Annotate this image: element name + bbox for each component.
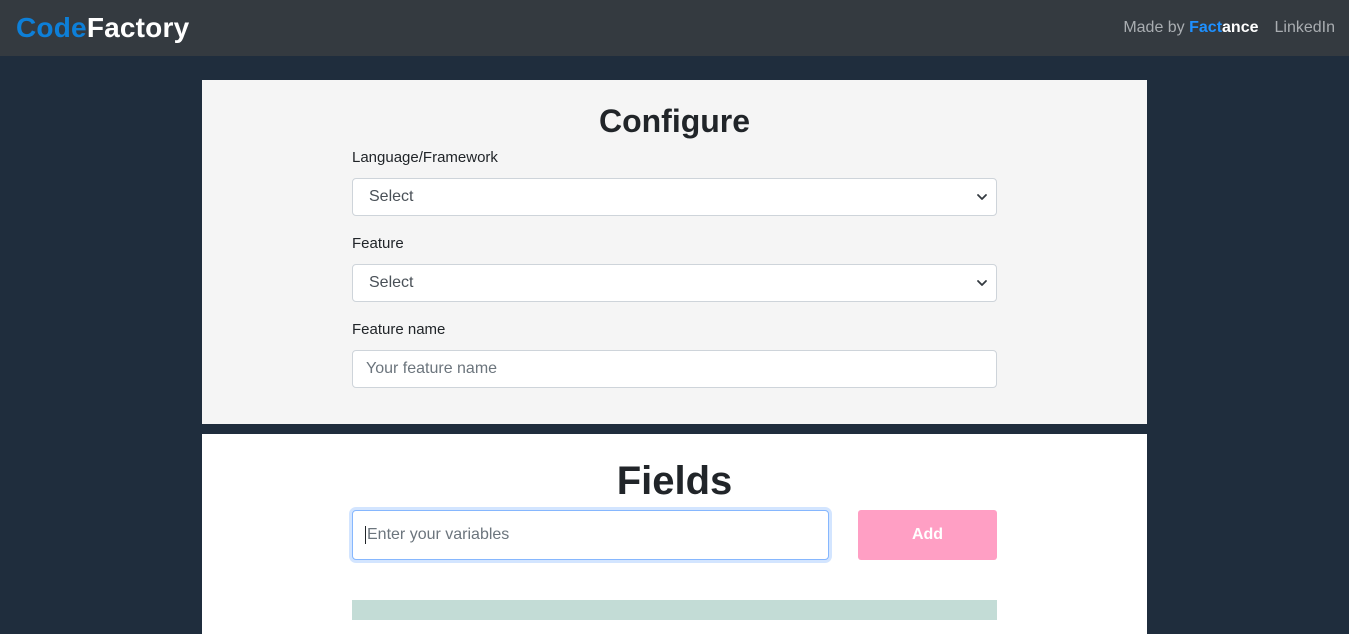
navbar: Code Factory Made by Factance LinkedIn [0, 0, 1349, 56]
feature-name-placeholder: Your feature name [366, 360, 498, 377]
language-select[interactable]: Select [352, 178, 997, 216]
fields-list-panel [352, 600, 997, 620]
brand-logo[interactable]: Code Factory [16, 12, 189, 44]
add-button[interactable]: Add [858, 510, 997, 560]
fields-title: Fields [616, 459, 733, 503]
configure-card: Configure Language/Framework Select Feat… [202, 80, 1147, 424]
configure-title: Configure [598, 103, 751, 139]
factance-part1: Fact [1189, 19, 1223, 36]
brand-factory-text: Factory [86, 12, 190, 43]
feature-name-input[interactable]: Your feature name [352, 350, 997, 388]
linkedin-link[interactable]: LinkedIn [1275, 19, 1336, 37]
made-by-prefix: Made by [1123, 19, 1190, 36]
navbar-links: Made by Factance LinkedIn [1123, 19, 1335, 37]
made-by-link[interactable]: Made by Factance [1123, 19, 1258, 37]
language-select-value: Select [369, 188, 414, 205]
text-caret [365, 526, 366, 544]
feature-select-value: Select [369, 274, 414, 291]
variables-placeholder: Enter your variables [367, 526, 510, 543]
brand-code-text: Code [16, 12, 87, 43]
feature-name-label: Feature name [352, 321, 446, 338]
factance-part2: ance [1222, 19, 1259, 36]
feature-select[interactable]: Select [352, 264, 997, 302]
chevron-down-icon [976, 191, 988, 203]
fields-card: Fields Enter your variables Add [202, 434, 1147, 634]
feature-label: Feature [352, 235, 404, 252]
variables-input[interactable]: Enter your variables [352, 510, 829, 560]
chevron-down-icon [976, 277, 988, 289]
language-label: Language/Framework [352, 149, 498, 166]
